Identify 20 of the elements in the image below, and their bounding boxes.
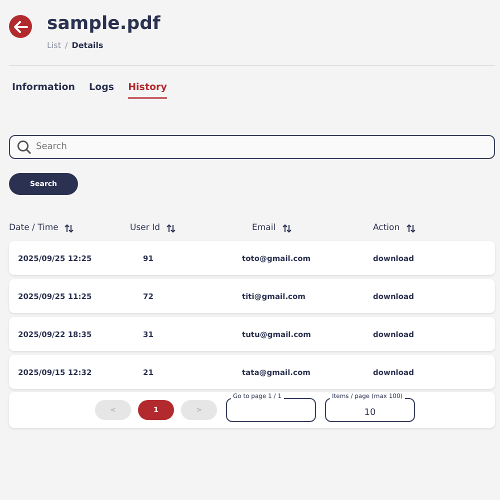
column-header[interactable]: Date / Time [9, 223, 58, 233]
go-to-page-field[interactable] [226, 398, 316, 422]
column-header[interactable]: Action [373, 223, 400, 233]
breadcrumb-separator: / [64, 41, 68, 50]
sort-icon[interactable] [282, 224, 292, 232]
back-button[interactable] [9, 15, 32, 38]
sort-icon[interactable] [64, 224, 74, 232]
items-per-page-field[interactable]: 10 [325, 398, 415, 422]
page-title: sample.pdf [47, 12, 160, 36]
column-header[interactable]: User Id [130, 223, 160, 233]
tab[interactable]: History [128, 80, 167, 99]
back-arrow-icon [14, 20, 28, 32]
search-field[interactable]: Search [9, 135, 495, 159]
sort-icon[interactable] [166, 224, 176, 232]
tab[interactable]: Logs [89, 80, 114, 99]
breadcrumb-item: Details [72, 41, 104, 50]
search-icon [17, 140, 31, 154]
sort-icon[interactable] [406, 224, 416, 232]
column-header[interactable]: Email [252, 223, 276, 233]
tab[interactable]: Information [12, 80, 76, 99]
